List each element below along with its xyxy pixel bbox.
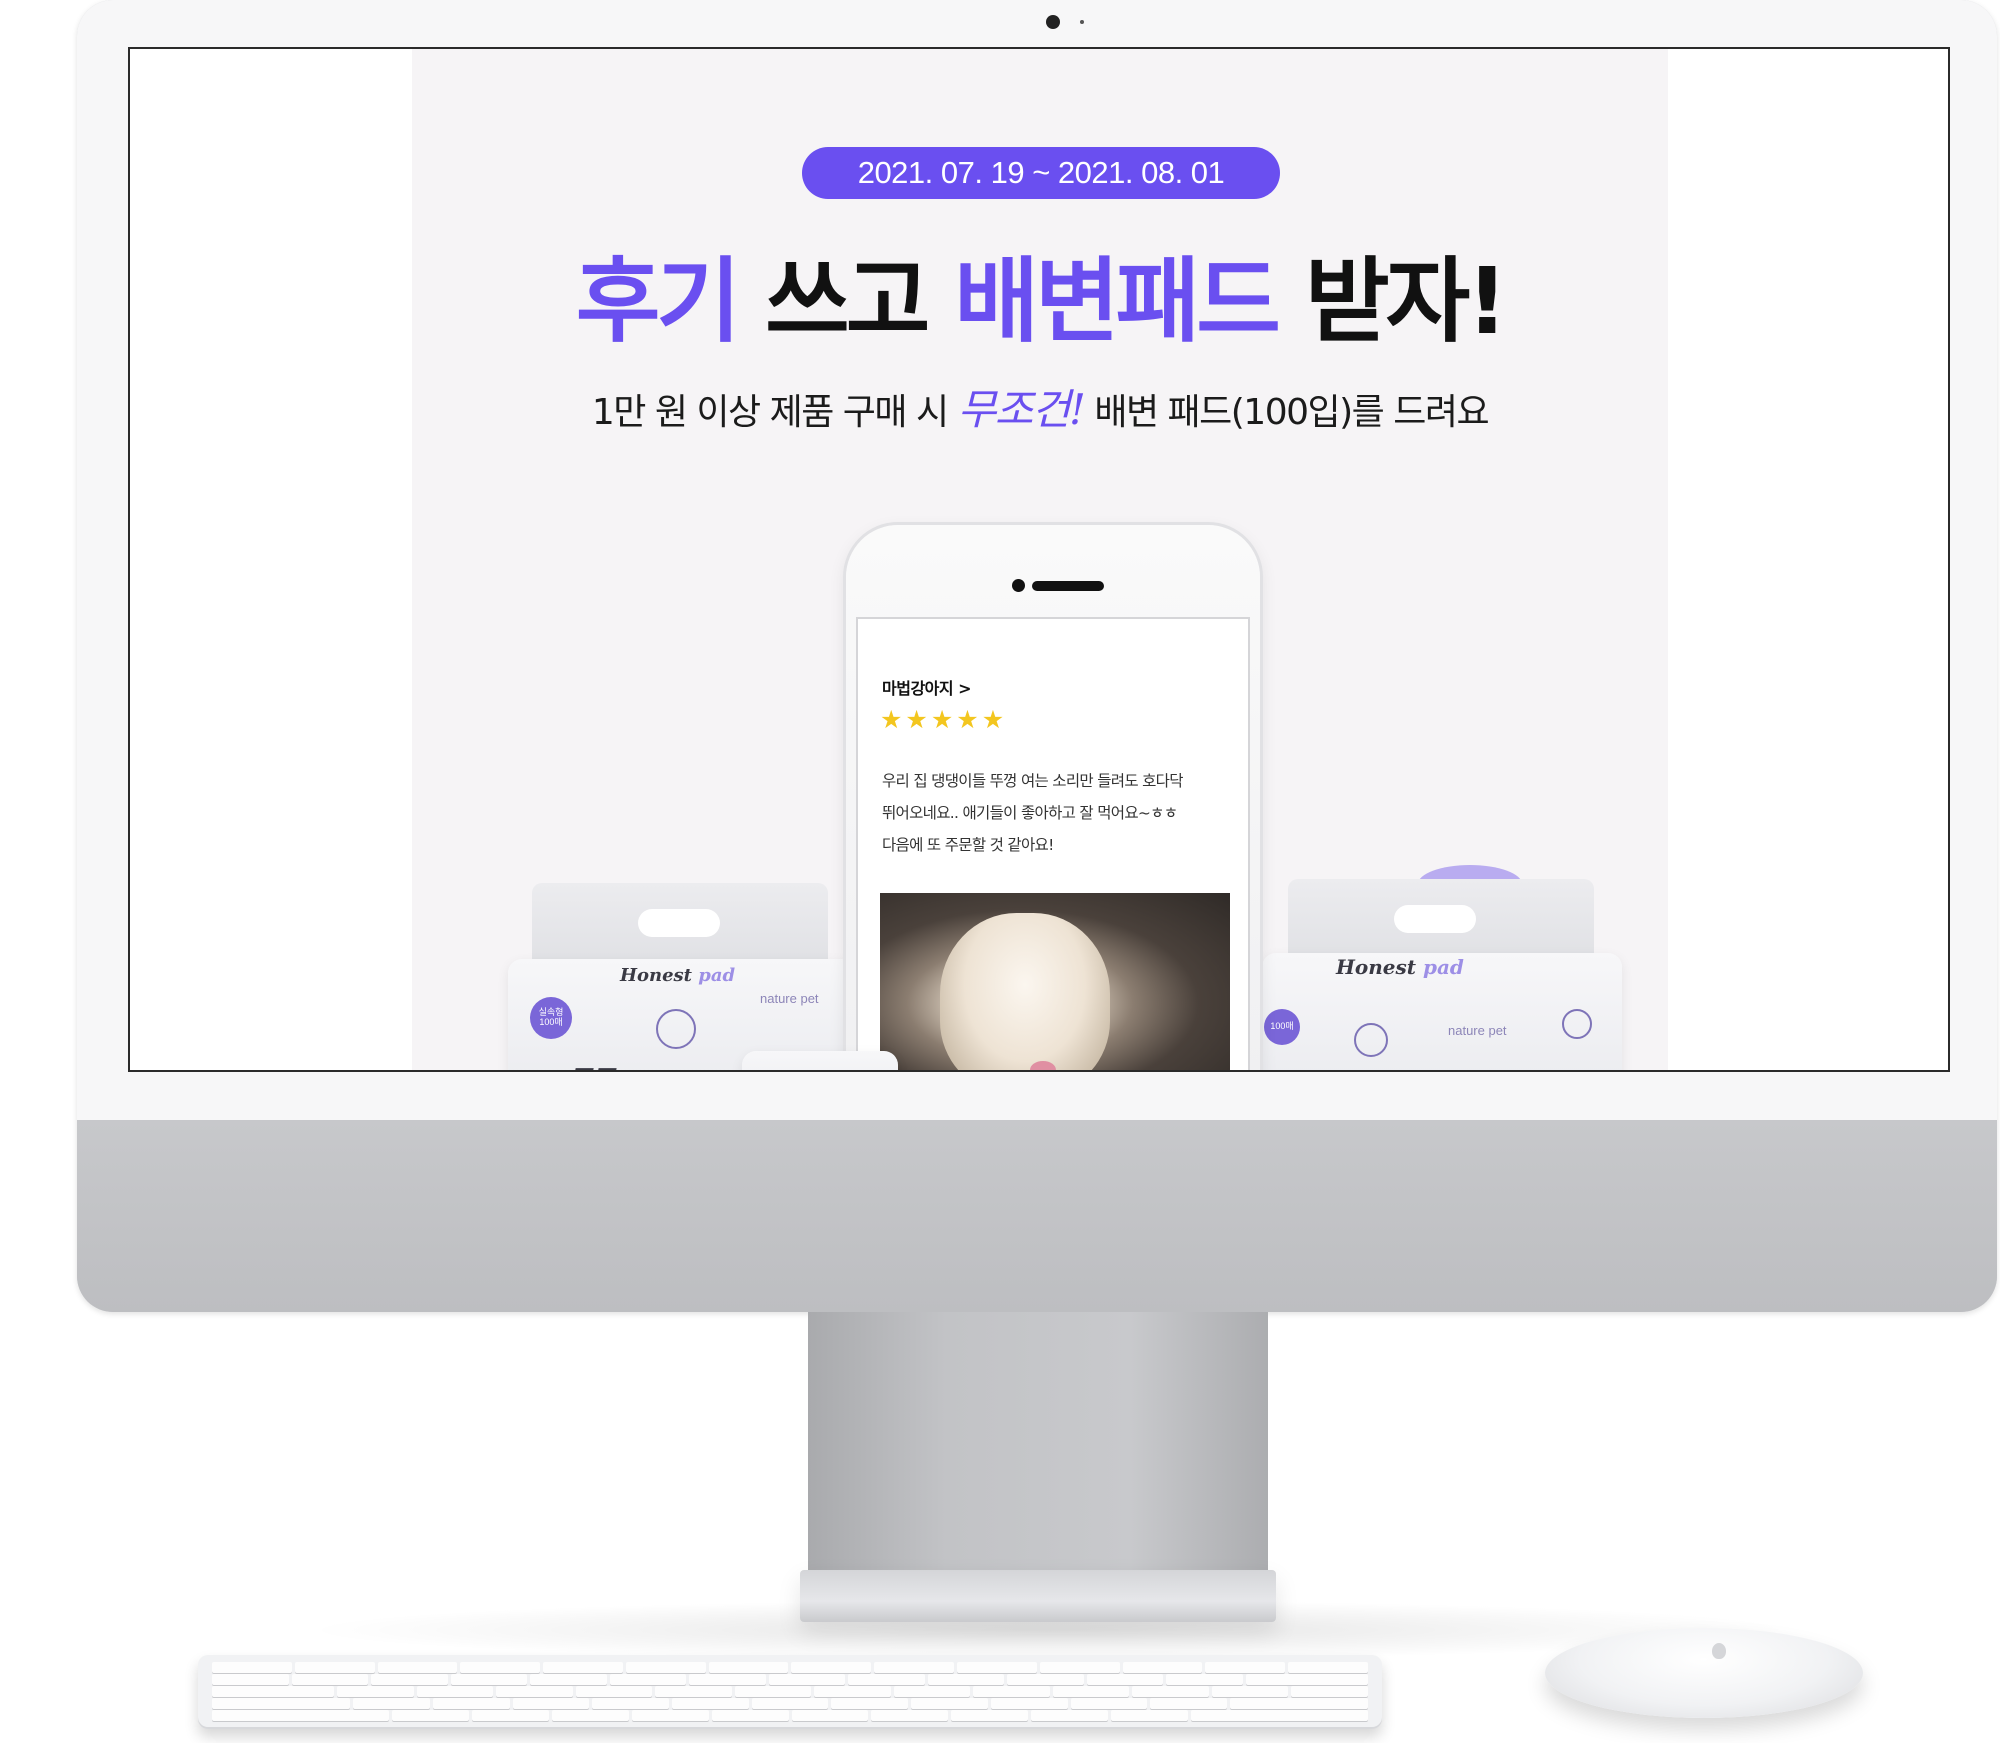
monitor-chin (77, 1120, 1997, 1312)
event-subline: 1만 원 이상 제품 구매 시 무조건! 배변 패드(100입)를 드려요 (412, 376, 1668, 437)
event-date-text: 2021. 07. 19 ~ 2021. 08. 01 (857, 155, 1225, 190)
headline-get: 받자! (1276, 248, 1508, 355)
star-icon: ★ (880, 705, 903, 734)
star-rating: ★ ★ ★ ★ ★ (880, 707, 1004, 732)
product-pack-left-badge: 실속형 100매 (530, 997, 572, 1039)
monitor-stand-foot (800, 1570, 1276, 1622)
product-pack-small (742, 1051, 898, 1070)
review-line: 우리 집 댕댕이들 뚜껑 여는 소리만 들려도 호다닥 (882, 772, 1183, 790)
monitor-screen: 2021. 07. 19 ~ 2021. 08. 01 후기 쓰고 배변패드 받… (128, 47, 1950, 1072)
review-text: 우리 집 댕댕이들 뚜껑 여는 소리만 들려도 호다닥 뛰어오네요.. 애기들이… (882, 765, 1232, 861)
subline-emphasis: 무조건! (957, 385, 1086, 434)
monitor-stand (808, 1312, 1268, 1612)
event-banner: 2021. 07. 19 ~ 2021. 08. 01 후기 쓰고 배변패드 받… (412, 49, 1668, 1070)
event-headline: 후기 쓰고 배변패드 받자! (412, 227, 1668, 360)
star-icon: ★ (905, 705, 928, 734)
review-card: 마법강아지 > ★ ★ ★ ★ ★ 우리 집 댕댕이들 뚜껑 여는 소리만 들려… (856, 617, 1250, 1070)
phone-mockup: 마법강아지 > ★ ★ ★ ★ ★ 우리 집 댕댕이들 뚜껑 여는 소리만 들려… (846, 525, 1260, 1070)
keyboard (198, 1655, 1382, 1729)
magic-mouse (1545, 1628, 1863, 1718)
product-pack-right-hole (1394, 905, 1476, 933)
star-icon: ★ (981, 705, 1005, 734)
product-pack-left-maker: nature pet (760, 991, 819, 1006)
review-line: 다음에 또 주문할 것 같아요! (882, 836, 1054, 854)
product-pack-right-brand: Honest pad (1336, 955, 1464, 979)
review-photo-dog (880, 893, 1230, 1070)
subline-before: 1만 원 이상 제품 구매 시 (591, 392, 958, 433)
reviewer-name-link[interactable]: 마법강아지 > (882, 675, 972, 699)
tree-logo-icon (656, 1009, 696, 1049)
tree-logo-icon (1562, 1009, 1592, 1039)
page-margin-right (1666, 49, 1948, 1070)
product-pack-left-hole (638, 909, 720, 937)
page-margin-left (130, 49, 412, 1070)
subline-after: 배변 패드(100입)를 드려요 (1084, 392, 1489, 433)
headline-pad: 배변패드 (954, 248, 1281, 355)
dog-head (940, 913, 1110, 1070)
phone-camera-icon (1012, 579, 1025, 592)
camera-led (1080, 20, 1084, 24)
product-pack-right-badge: 100매 (1264, 1009, 1300, 1045)
review-line: 뛰어오네요.. 애기들이 좋아하고 잘 먹어요~ㅎㅎ (882, 804, 1178, 822)
tree-logo-icon (1354, 1023, 1388, 1057)
star-icon: ★ (956, 705, 979, 734)
product-pack-left-brand: Honest pad (620, 965, 736, 986)
camera-icon (1046, 15, 1060, 29)
product-pack-right-maker: nature pet (1448, 1023, 1507, 1038)
phone-speaker (1032, 581, 1104, 591)
headline-write: 쓰고 (737, 248, 955, 355)
headline-review: 후기 (575, 248, 741, 355)
apple-logo-icon (1712, 1643, 1726, 1659)
star-icon: ★ (930, 705, 954, 734)
event-date-badge: 2021. 07. 19 ~ 2021. 08. 01 (802, 147, 1280, 199)
product-pack-right: Honest pad 100매 nature pet (1262, 953, 1622, 1070)
